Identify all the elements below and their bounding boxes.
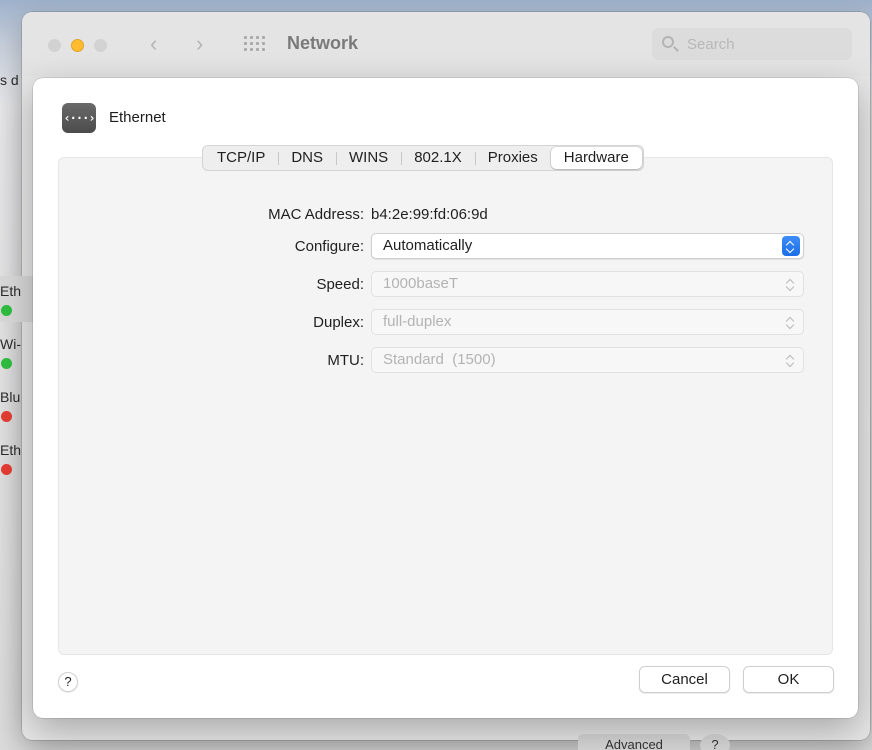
duplex-label: Duplex: (313, 314, 364, 331)
sidebar-item-bluetooth[interactable]: Blu (0, 389, 20, 405)
ethernet-icon: ‹···› (62, 103, 96, 133)
show-all-grid-icon[interactable] (244, 36, 268, 54)
search-icon (662, 36, 674, 48)
popup-chevron-icon (782, 236, 800, 256)
configure-popup[interactable]: Automatically (371, 233, 804, 259)
tab-wins[interactable]: WINS (336, 146, 401, 170)
help-button[interactable]: ? (58, 672, 78, 692)
interface-name: Ethernet (109, 109, 166, 126)
titlebar: ‹ › Network Search (22, 12, 870, 76)
mtu-popup: Standard (1500) (371, 347, 804, 373)
popup-chevron-icon (782, 312, 800, 332)
tab-8021x[interactable]: 802.1X (401, 146, 475, 170)
status-red-icon (1, 464, 12, 475)
ok-button[interactable]: OK (743, 666, 834, 693)
popup-chevron-icon (782, 274, 800, 294)
background-help-button[interactable]: ? (700, 734, 730, 750)
back-chevron-icon[interactable]: ‹ (150, 32, 157, 56)
popup-chevron-icon (782, 350, 800, 370)
speed-label: Speed: (316, 276, 364, 293)
advanced-button[interactable]: Advanced (578, 734, 690, 750)
cancel-button[interactable]: Cancel (639, 666, 730, 693)
forward-chevron-icon[interactable]: › (196, 32, 203, 56)
tab-content-panel (58, 157, 833, 655)
zoom-window-button[interactable] (94, 39, 107, 52)
mtu-value: Standard (1500) (383, 351, 496, 368)
mac-address-label: MAC Address: (268, 206, 364, 223)
speed-popup: 1000baseT (371, 271, 804, 297)
mtu-label: MTU: (327, 352, 364, 369)
tab-bar: TCP/IP DNS WINS 802.1X Proxies Hardware (202, 145, 644, 171)
ethernet-settings-sheet: ‹···› Ethernet TCP/IP DNS WINS 802.1X Pr… (33, 78, 858, 718)
status-green-icon (1, 305, 12, 316)
window-title: Network (287, 33, 359, 53)
search-placeholder: Search (687, 36, 735, 53)
speed-value: 1000baseT (383, 275, 459, 292)
sidebar-item-wifi[interactable]: Wi- (0, 336, 21, 352)
sidebar-item-ethernet-2[interactable]: Eth (0, 442, 21, 458)
mac-address-value: b4:2e:99:fd:06:9d (371, 206, 488, 223)
search-field[interactable]: Search (652, 28, 852, 60)
close-window-button[interactable] (48, 39, 61, 52)
configure-label: Configure: (294, 238, 364, 255)
status-green-icon (1, 358, 12, 369)
tab-hardware[interactable]: Hardware (550, 147, 642, 169)
status-red-icon (1, 411, 12, 422)
duplex-value: full-duplex (383, 313, 452, 330)
background-text-fragment: s d (0, 72, 19, 88)
duplex-popup: full-duplex (371, 309, 804, 335)
tab-tcpip[interactable]: TCP/IP (204, 146, 278, 170)
configure-value: Automatically (383, 237, 473, 254)
tab-proxies[interactable]: Proxies (474, 146, 551, 170)
sidebar-item-ethernet-1[interactable]: Eth (0, 283, 21, 299)
minimize-window-button[interactable] (71, 39, 84, 52)
tab-dns[interactable]: DNS (278, 146, 336, 170)
